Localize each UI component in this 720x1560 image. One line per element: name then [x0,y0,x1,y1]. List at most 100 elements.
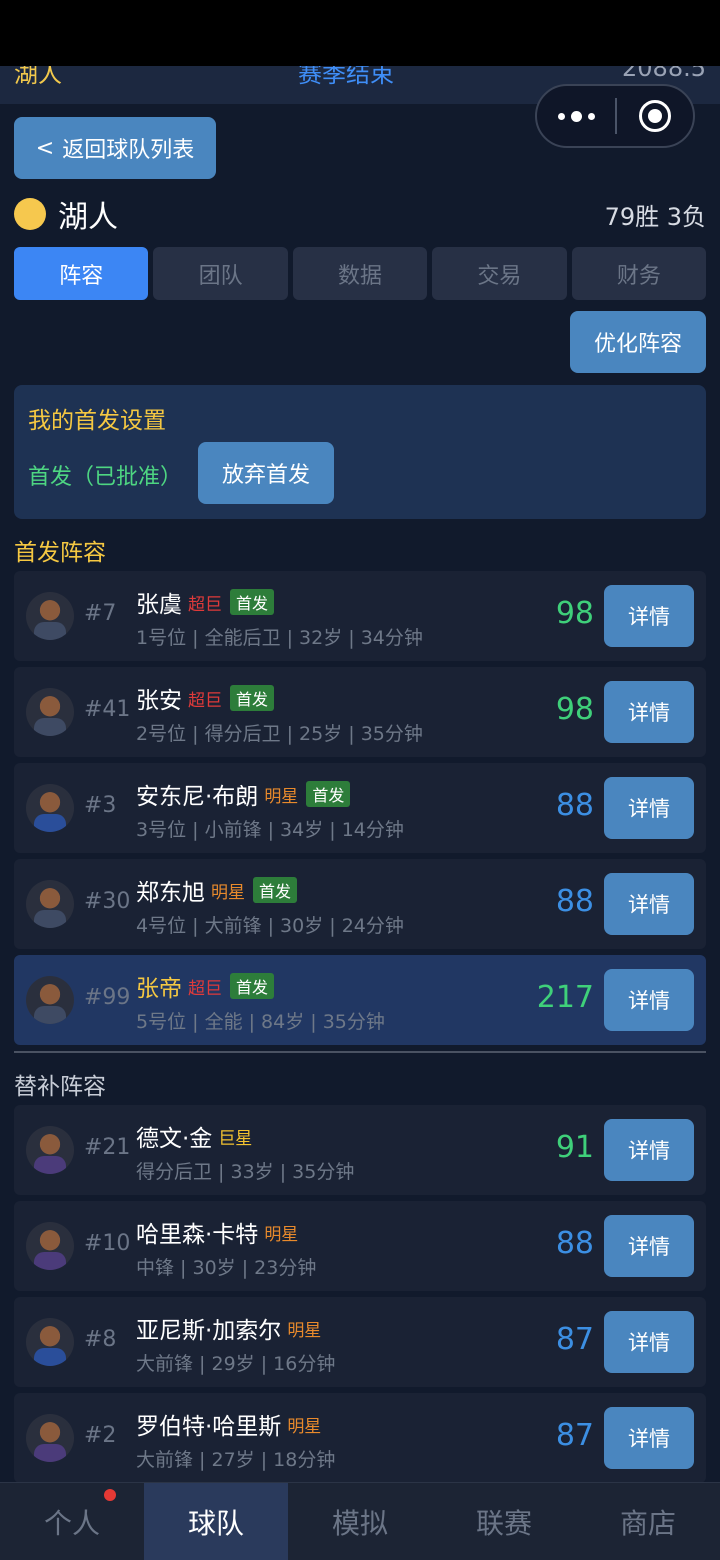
player-row: #10 哈里森·卡特 明星 中锋 | 30岁 | 23分钟 88 详情 [14,1201,706,1291]
player-detail-button[interactable]: 详情 [604,873,694,935]
close-miniprogram-button[interactable] [617,100,693,132]
player-tier: 超巨 [188,690,222,711]
player-info: 3号位 | 小前锋 | 34岁 | 14分钟 [136,819,404,841]
bottom-nav: 个人 球队 模拟 联赛 商店 [0,1482,720,1560]
tab-finance[interactable]: 财务 [571,247,707,300]
player-rating: 91 [555,1130,594,1165]
player-rating: 88 [555,884,594,919]
nav-label: 个人 [43,1506,100,1540]
player-detail-button[interactable]: 详情 [604,1119,694,1181]
section-divider [14,1051,706,1053]
back-button-label: 返回球队列表 [62,138,195,163]
player-avatar [26,880,74,928]
player-detail-button[interactable]: 详情 [604,777,694,839]
team-record: 79胜 3负 [604,202,706,231]
nav-league[interactable]: 联赛 [432,1483,576,1560]
player-name: 张虞 [136,592,182,618]
player-name-line: 安东尼·布朗 明星 首发 [136,777,351,811]
player-name-line: 郑东旭 明星 首发 [136,873,298,907]
player-name-line: 亚尼斯·加索尔 明星 [136,1311,321,1345]
nav-team[interactable]: 球队 [144,1483,288,1560]
tab-team[interactable]: 团队 [153,247,288,300]
player-avatar [26,1222,74,1270]
player-name-line: 罗伯特·哈里斯 明星 [136,1407,321,1441]
player-tier: 巨星 [218,1128,253,1149]
player-name: 罗伯特·哈里斯 [136,1414,282,1440]
player-detail-button[interactable]: 详情 [604,681,694,743]
player-info: 4号位 | 大前锋 | 30岁 | 24分钟 [136,915,404,937]
nav-shop[interactable]: 商店 [576,1483,720,1560]
starter-badge: 首发 [230,973,275,999]
player-number: #99 [84,985,131,1010]
starter-badge: 首发 [306,781,351,807]
starter-setting-title: 我的首发设置 [28,408,166,434]
player-row-highlighted: #99 张帝 超巨 首发 5号位 | 全能 | 84岁 | 35分钟 217 详… [14,955,706,1045]
top-strip-status: 赛季结束 [298,66,394,88]
nav-personal[interactable]: 个人 [0,1483,144,1560]
player-name-line: 德文·金 巨星 [136,1119,252,1153]
player-detail-button[interactable]: 详情 [604,1311,694,1373]
player-info: 2号位 | 得分后卫 | 25岁 | 35分钟 [136,723,423,745]
back-to-team-list-button[interactable]: < 返回球队列表 [14,117,216,179]
status-bar [0,0,720,66]
player-info: 中锋 | 30岁 | 23分钟 [136,1257,317,1279]
player-avatar [26,1414,74,1462]
optimize-lineup-button[interactable]: 优化阵容 [570,311,706,373]
starters-section-title: 首发阵容 [14,540,106,566]
give-up-starter-button[interactable]: 放弃首发 [198,442,334,504]
player-avatar [26,1126,74,1174]
player-name: 哈里森·卡特 [136,1222,259,1248]
player-number: #2 [84,1423,117,1448]
player-name: 张安 [136,688,182,714]
player-number: #30 [84,889,131,914]
player-name: 德文·金 [136,1126,213,1152]
player-detail-button[interactable]: 详情 [604,1407,694,1469]
player-rating: 88 [555,788,594,823]
player-info: 1号位 | 全能后卫 | 32岁 | 34分钟 [136,627,423,649]
starter-status: 首发（已批准） [28,465,183,490]
player-rating: 88 [555,1226,594,1261]
player-tier: 明星 [211,882,245,903]
player-tier: 超巨 [188,594,222,615]
top-strip-team: 湖人 [14,66,62,88]
player-number: #10 [84,1231,131,1256]
player-info: 大前锋 | 29岁 | 16分钟 [136,1353,336,1375]
nav-label: 商店 [619,1506,676,1540]
player-rating: 87 [555,1322,594,1357]
player-detail-button[interactable]: 详情 [604,585,694,647]
player-row: #3 安东尼·布朗 明星 首发 3号位 | 小前锋 | 34岁 | 14分钟 8… [14,763,706,853]
player-name: 安东尼·布朗 [136,784,259,810]
nav-simulate[interactable]: 模拟 [288,1483,432,1560]
player-row: #7 张虞 超巨 首发 1号位 | 全能后卫 | 32岁 | 34分钟 98 详… [14,571,706,661]
tab-lineup[interactable]: 阵容 [14,247,149,300]
team-header: 湖人 79胜 3负 [14,192,706,236]
player-rating: 98 [555,596,594,631]
player-detail-button[interactable]: 详情 [604,1215,694,1277]
player-rating: 98 [555,692,594,727]
player-name: 张帝 [136,976,182,1002]
nav-label: 联赛 [475,1506,532,1540]
team-color-icon [14,198,46,230]
tab-stats[interactable]: 数据 [292,247,428,300]
nav-label: 球队 [187,1506,244,1540]
player-avatar [26,1318,74,1366]
player-number: #21 [84,1135,131,1160]
player-info: 得分后卫 | 33岁 | 35分钟 [136,1161,355,1183]
player-tier: 明星 [287,1320,322,1341]
player-avatar [26,688,74,736]
chevron-left-icon: < [35,135,55,161]
player-name-line: 张虞 超巨 首发 [136,585,275,619]
target-icon [639,100,671,132]
player-tier: 超巨 [188,978,222,999]
tab-trade[interactable]: 交易 [432,247,567,300]
player-number: #41 [84,697,131,722]
miniprogram-capsule [535,84,695,148]
team-tabs: 阵容 团队 数据 交易 财务 [14,247,707,300]
top-strip-value: 2088.5 [622,66,706,82]
player-detail-button[interactable]: 详情 [604,969,694,1031]
nav-label: 模拟 [331,1506,388,1540]
more-icon[interactable] [537,110,615,122]
player-rating: 87 [555,1418,594,1453]
player-number: #8 [84,1327,117,1352]
bench-section-title: 替补阵容 [14,1074,106,1100]
